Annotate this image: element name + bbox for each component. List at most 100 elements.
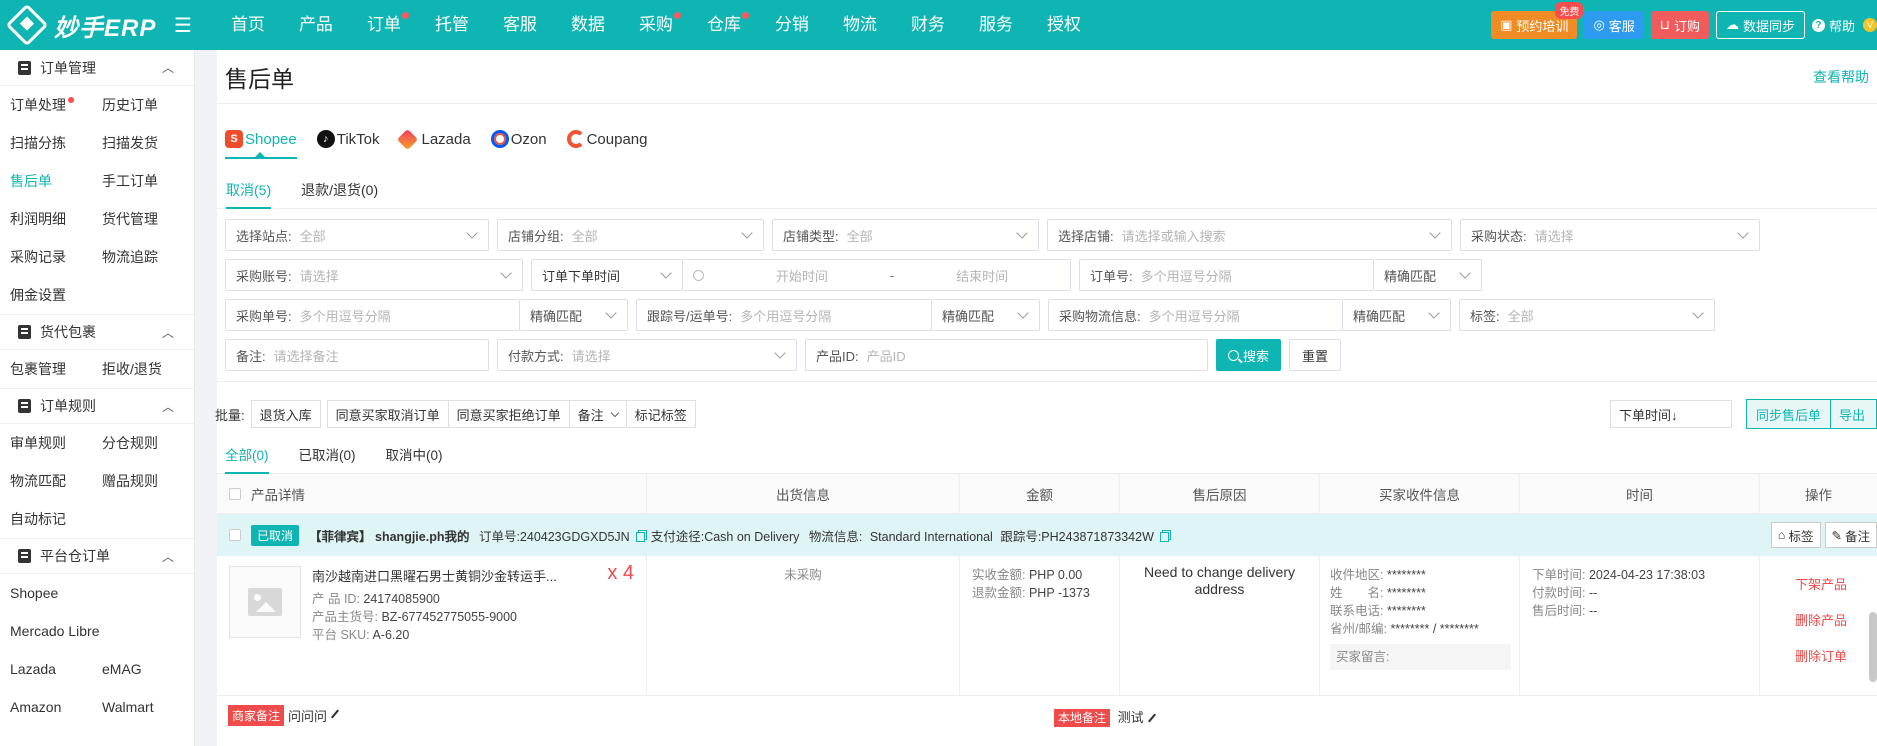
view-help-link[interactable]: 查看帮助	[1813, 67, 1869, 87]
nav-item-3[interactable]: 托管	[418, 0, 486, 50]
nav-item-9[interactable]: 物流	[826, 0, 894, 50]
sidebar-item[interactable]: 审单规则	[10, 424, 102, 462]
tab-coupang[interactable]: Coupang	[566, 119, 662, 159]
mark-tag-button[interactable]: 标记标签	[625, 400, 696, 428]
tab-all[interactable]: 全部(0)	[225, 438, 269, 474]
purchase-logistics-match-select[interactable]: 精确匹配	[1343, 299, 1451, 331]
export-button[interactable]: 导出	[1830, 399, 1877, 429]
order-no-input[interactable]: 订单号: 多个用逗号分隔	[1079, 259, 1374, 291]
shop-select[interactable]: 选择店铺: 请选择或输入搜索	[1047, 219, 1452, 251]
delete-order-link[interactable]: 删除订单	[1795, 646, 1877, 665]
sidebar-item[interactable]: 订单处理	[10, 86, 102, 124]
tag-select[interactable]: 标签: 全部	[1459, 299, 1715, 331]
sidebar-item[interactable]: 佣金设置	[10, 276, 102, 314]
tab-cancelled[interactable]: 已取消(0)	[299, 438, 356, 474]
nav-item-1[interactable]: 产品	[282, 0, 350, 50]
sidebar-item[interactable]: 物流匹配	[10, 462, 102, 500]
tab-shopee[interactable]: S Shopee	[225, 119, 311, 159]
order-checkbox[interactable]	[229, 529, 241, 541]
sync-after-sale-button[interactable]: 同步售后单	[1745, 399, 1831, 429]
sidebar-item[interactable]: Lazada	[10, 650, 102, 688]
scrollbar-thumb[interactable]	[1869, 612, 1877, 682]
sidebar-item[interactable]: 历史订单	[102, 86, 194, 124]
menu-toggle-icon[interactable]: ☰	[174, 13, 192, 38]
nav-item-10[interactable]: 财务	[894, 0, 962, 50]
agree-reject-button[interactable]: 同意买家拒绝订单	[447, 400, 569, 428]
sort-select[interactable]: 下单时间↓	[1609, 400, 1732, 428]
return-stock-button[interactable]: 退货入库	[250, 400, 321, 428]
shop-type-select[interactable]: 店铺类型: 全部	[772, 219, 1039, 251]
pencil-icon[interactable]	[1147, 713, 1156, 723]
order-no-match-select[interactable]: 精确匹配	[1374, 259, 1482, 291]
sidebar-item[interactable]: eMAG	[102, 650, 194, 688]
nav-item-11[interactable]: 服务	[962, 0, 1030, 50]
note-button[interactable]: ✎ 备注	[1824, 522, 1877, 548]
nav-item-12[interactable]: 授权	[1030, 0, 1098, 50]
tab-ozon[interactable]: Ozon	[490, 119, 561, 159]
nav-item-4[interactable]: 客服	[486, 0, 554, 50]
sidebar-item[interactable]: 采购记录	[10, 238, 102, 276]
tab-cancel[interactable]: 取消(5)	[226, 171, 272, 209]
sidebar-item[interactable]: 售后单	[10, 162, 102, 200]
purchase-no-input[interactable]: 采购单号: 多个用逗号分隔	[225, 299, 520, 331]
sidebar-item[interactable]: Mercado Libre	[10, 612, 194, 650]
tracking-no-input[interactable]: 跟踪号/运单号: 多个用逗号分隔	[636, 299, 932, 331]
nav-item-0[interactable]: 首页	[214, 0, 282, 50]
tracking-no-match-select[interactable]: 精确匹配	[932, 299, 1040, 331]
nav-item-6[interactable]: 采购	[622, 0, 690, 50]
product-title[interactable]: 南沙越南进口黑曜石男士黄铜沙金转运手...	[312, 566, 557, 585]
purchase-no-match-select[interactable]: 精确匹配	[520, 299, 628, 331]
pencil-icon[interactable]	[331, 709, 340, 718]
sidebar-group-header[interactable]: 订单管理 ︿	[0, 50, 194, 86]
tag-button[interactable]: ⌂ 标签	[1770, 522, 1821, 548]
sidebar-item[interactable]: 包裹管理	[10, 350, 102, 388]
copy-icon[interactable]	[635, 531, 645, 542]
select-all-checkbox[interactable]	[229, 487, 241, 500]
training-button[interactable]: ▣ 预约培训 免费	[1491, 2, 1584, 39]
search-button[interactable]: 搜索	[1216, 339, 1282, 371]
sidebar-item[interactable]: 手工订单	[102, 162, 194, 200]
site-select[interactable]: 选择站点: 全部	[225, 219, 489, 251]
reset-button[interactable]: 重置	[1289, 339, 1342, 371]
tab-lazada[interactable]: Lazada	[396, 119, 485, 159]
sidebar-item[interactable]: 物流追踪	[102, 238, 194, 276]
nav-item-8[interactable]: 分销	[758, 0, 826, 50]
copy-icon[interactable]	[1159, 531, 1169, 542]
data-sync-button[interactable]: ☁ 数据同步	[1715, 11, 1805, 39]
delete-product-link[interactable]: 删除产品	[1795, 610, 1877, 629]
sidebar-item[interactable]: 扫描分拣	[10, 124, 102, 162]
date-range-picker[interactable]: 开始时间 - 结束时间	[683, 259, 1071, 291]
delist-product-link[interactable]: 下架产品	[1795, 574, 1877, 593]
time-type-select[interactable]: 订单下单时间	[531, 259, 683, 291]
note-select[interactable]: 备注: 请选择备注	[225, 339, 489, 371]
vip-icon[interactable]: V	[1863, 18, 1877, 32]
tab-cancelling[interactable]: 取消中(0)	[386, 438, 443, 474]
nav-item-7[interactable]: 仓库	[690, 0, 758, 50]
purchase-logistics-input[interactable]: 采购物流信息: 多个用逗号分隔	[1048, 299, 1343, 331]
logo[interactable]: 妙手ERP	[0, 3, 170, 47]
sidebar-group-header[interactable]: 订单规则 ︿	[0, 388, 194, 424]
purchase-status-select[interactable]: 采购状态: 请选择	[1460, 219, 1760, 251]
shop-group-select[interactable]: 店铺分组: 全部	[497, 219, 764, 251]
note-dropdown-button[interactable]: 备注	[568, 400, 626, 428]
sidebar-item[interactable]: Shopee	[10, 574, 194, 612]
buy-button[interactable]: ⊔ 订购	[1650, 11, 1709, 39]
sidebar-group-header[interactable]: 平台仓订单 ︿	[0, 538, 194, 574]
sidebar-item[interactable]: 货代管理	[102, 200, 194, 238]
nav-item-2[interactable]: 订单	[350, 0, 418, 50]
customer-service-button[interactable]: ◎ 客服	[1584, 11, 1644, 39]
sidebar-group-header[interactable]: 货代包裹 ︿	[0, 314, 194, 350]
product-id-input[interactable]: 产品ID: 产品ID	[805, 339, 1208, 371]
sidebar-item[interactable]: Walmart	[102, 688, 194, 726]
sidebar-item[interactable]: 扫描发货	[102, 124, 194, 162]
help-link[interactable]: ? 帮助	[1811, 16, 1855, 35]
tab-refund-return[interactable]: 退款/退货(0)	[301, 171, 378, 209]
sidebar-item[interactable]: 赠品规则	[102, 462, 194, 500]
purchase-account-select[interactable]: 采购账号: 请选择	[225, 259, 523, 291]
payment-select[interactable]: 付款方式: 请选择	[497, 339, 797, 371]
product-image[interactable]	[229, 566, 301, 638]
sidebar-item[interactable]: 拒收/退货	[102, 350, 194, 388]
sidebar-item[interactable]: Amazon	[10, 688, 102, 726]
tab-tiktok[interactable]: ♪ TikTok	[316, 119, 394, 159]
sidebar-item[interactable]: 自动标记	[10, 500, 102, 538]
